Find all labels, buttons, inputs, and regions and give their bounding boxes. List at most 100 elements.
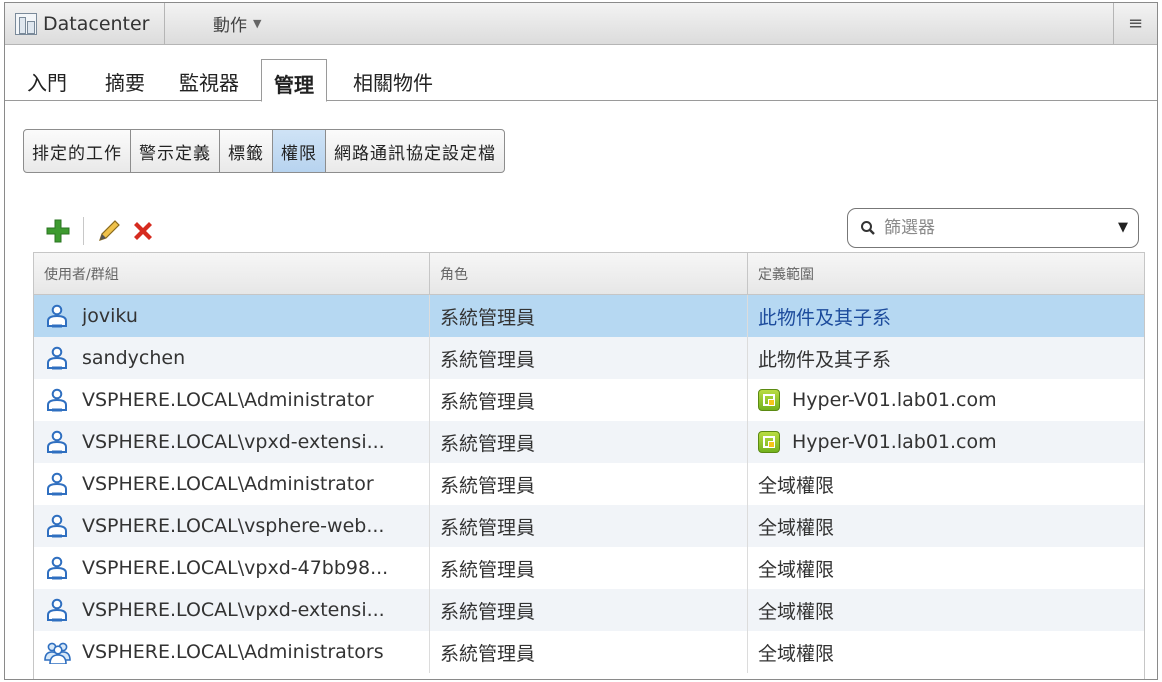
cell-defined-in: Hyper-V01.lab01.com (748, 421, 1144, 463)
table-row[interactable]: joviku 系統管理員 此物件及其子系 (34, 295, 1144, 337)
tab-manage[interactable]: 管理 (261, 59, 327, 102)
page-title: Datacenter (43, 12, 150, 35)
role-name: 系統管理員 (440, 474, 536, 497)
cell-user-group: VSPHERE.LOCAL\vpxd-extensi... (34, 421, 430, 463)
tab-summary[interactable]: 摘要 (105, 67, 145, 96)
tab-monitor[interactable]: 監視器 (179, 67, 239, 96)
user-icon (44, 346, 70, 370)
chevron-down-icon: ▼ (253, 17, 262, 30)
user-name: sandychen (82, 347, 186, 369)
cell-user-group: VSPHERE.LOCAL\vpxd-47bb98... (34, 547, 430, 589)
scope-name: 全域權限 (758, 474, 835, 497)
user-icon (44, 388, 70, 412)
subtab-alarm-definitions[interactable]: 警示定義 (131, 130, 220, 172)
user-icon (44, 304, 70, 328)
datacenter-title: Datacenter (5, 3, 165, 44)
manage-subtabs: 排定的工作 警示定義 標籤 權限 網路通訊協定設定檔 (23, 129, 505, 173)
permissions-toolbar (41, 211, 160, 251)
column-header-user-group[interactable]: 使用者/群組 (34, 253, 430, 294)
filter-dropdown-icon[interactable]: ▼ (1118, 220, 1128, 235)
user-icon (44, 598, 70, 622)
table-row[interactable]: sandychen 系統管理員 此物件及其子系 (34, 337, 1144, 379)
actions-label: 動作 (213, 16, 247, 36)
table-row[interactable]: VSPHERE.LOCAL\vsphere-web... 系統管理員 全域權限 (34, 505, 1144, 547)
user-name: VSPHERE.LOCAL\Administrator (82, 389, 374, 411)
user-name: VSPHERE.LOCAL\vpxd-extensi... (82, 431, 385, 453)
object-header: Datacenter 動作 ▼ ≡ (5, 3, 1157, 45)
table-row[interactable]: VSPHERE.LOCAL\vpxd-extensi... 系統管理員 全域權限 (34, 589, 1144, 631)
cell-role: 系統管理員 (430, 379, 748, 421)
pencil-icon (99, 220, 120, 241)
table-body: joviku 系統管理員 此物件及其子系 sandychen 系統管理員 此物件及其子系 V… (34, 295, 1144, 673)
user-name: VSPHERE.LOCAL\Administrators (82, 641, 384, 663)
delete-permission-button[interactable] (126, 214, 160, 248)
user-name: VSPHERE.LOCAL\vsphere-web... (82, 515, 385, 537)
scope-name: 全域權限 (758, 516, 835, 539)
role-name: 系統管理員 (440, 600, 536, 623)
cell-defined-in: Hyper-V01.lab01.com (748, 379, 1144, 421)
cell-user-group: VSPHERE.LOCAL\vpxd-extensi... (34, 589, 430, 631)
subtab-scheduled-tasks[interactable]: 排定的工作 (24, 130, 131, 172)
filter-input[interactable] (884, 218, 1104, 238)
filter-box: ▼ (847, 208, 1139, 248)
table-row[interactable]: VSPHERE.LOCAL\Administrator 系統管理員 全域權限 (34, 463, 1144, 505)
scope-name: 全域權限 (758, 558, 835, 581)
role-name: 系統管理員 (440, 432, 536, 455)
cell-user-group: VSPHERE.LOCAL\vsphere-web... (34, 505, 430, 547)
user-name: VSPHERE.LOCAL\Administrator (82, 473, 374, 495)
host-icon (758, 389, 780, 411)
actions-menu-button[interactable]: 動作 ▼ (213, 3, 261, 44)
scope-name: 全域權限 (758, 642, 835, 665)
scope-name: Hyper-V01.lab01.com (792, 431, 997, 453)
cell-defined-in: 全域權限 (748, 547, 1144, 589)
subtab-network-protocol-profiles[interactable]: 網路通訊協定設定檔 (326, 130, 504, 172)
tab-related-objects[interactable]: 相關物件 (353, 67, 433, 96)
app-window: Datacenter 動作 ▼ ≡ 入門 摘要 監視器 管理 相關物件 排定的工… (4, 2, 1158, 680)
table-row[interactable]: VSPHERE.LOCAL\vpxd-47bb98... 系統管理員 全域權限 (34, 547, 1144, 589)
tab-getting-started[interactable]: 入門 (27, 67, 67, 96)
user-name: joviku (82, 305, 138, 327)
cell-defined-in: 此物件及其子系 (748, 295, 1144, 337)
role-name: 系統管理員 (440, 558, 536, 581)
subtab-permissions[interactable]: 權限 (273, 130, 326, 172)
cell-role: 系統管理員 (430, 295, 748, 337)
cell-role: 系統管理員 (430, 589, 748, 631)
group-icon (44, 640, 71, 665)
table-row[interactable]: VSPHERE.LOCAL\vpxd-extensi... 系統管理員 Hyper-… (34, 421, 1144, 463)
table-row[interactable]: VSPHERE.LOCAL\Administrator 系統管理員 Hyper-V0… (34, 379, 1144, 421)
edit-permission-button[interactable] (92, 214, 126, 248)
hamburger-menu-icon[interactable]: ≡ (1113, 3, 1157, 44)
table-row[interactable]: VSPHERE.LOCAL\Administrators 系統管理員 全域權限 (34, 631, 1144, 673)
column-header-defined-in[interactable]: 定義範圍 (748, 253, 1144, 294)
cell-defined-in: 全域權限 (748, 463, 1144, 505)
cell-role: 系統管理員 (430, 463, 748, 505)
host-icon (758, 431, 780, 453)
toolbar-divider (83, 217, 84, 245)
cell-role: 系統管理員 (430, 337, 748, 379)
role-name: 系統管理員 (440, 348, 536, 371)
cell-defined-in: 全域權限 (748, 505, 1144, 547)
plus-icon (46, 219, 70, 243)
cell-role: 系統管理員 (430, 505, 748, 547)
cell-user-group: VSPHERE.LOCAL\Administrators (34, 631, 430, 673)
cell-role: 系統管理員 (430, 547, 748, 589)
user-icon (44, 472, 70, 496)
role-name: 系統管理員 (440, 390, 536, 413)
cell-user-group: joviku (34, 295, 430, 337)
cell-user-group: sandychen (34, 337, 430, 379)
table-header: 使用者/群組 角色 定義範圍 (34, 253, 1144, 295)
cell-defined-in: 全域權限 (748, 589, 1144, 631)
user-icon (44, 430, 70, 454)
permissions-table: 使用者/群組 角色 定義範圍 joviku 系統管理員 此物件及其子系 sandych… (33, 252, 1145, 679)
subtab-tags[interactable]: 標籤 (220, 130, 273, 172)
column-header-role[interactable]: 角色 (430, 253, 748, 294)
add-permission-button[interactable] (41, 214, 75, 248)
delete-x-icon (134, 222, 152, 240)
cell-user-group: VSPHERE.LOCAL\Administrator (34, 379, 430, 421)
scope-name: 全域權限 (758, 600, 835, 623)
user-icon (44, 556, 70, 580)
user-name: VSPHERE.LOCAL\vpxd-47bb98... (82, 557, 389, 579)
role-name: 系統管理員 (440, 642, 536, 665)
cell-role: 系統管理員 (430, 421, 748, 463)
cell-role: 系統管理員 (430, 631, 748, 673)
